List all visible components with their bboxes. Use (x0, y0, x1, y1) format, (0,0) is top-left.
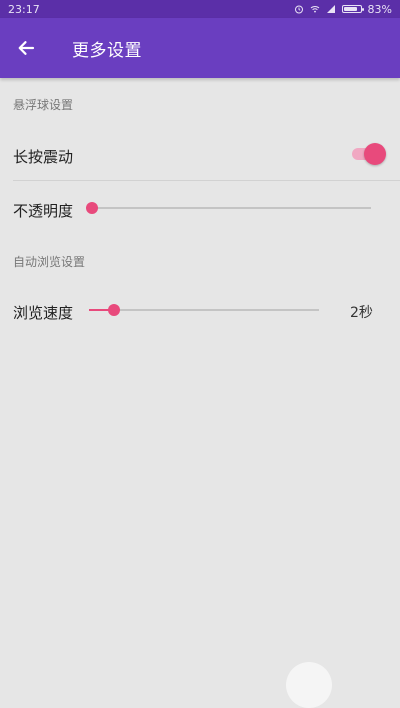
slider-rail (92, 207, 371, 209)
floating-ball[interactable] (286, 662, 332, 708)
browse-speed-label: 浏览速度 (13, 304, 74, 322)
wifi-icon (310, 6, 319, 13)
long-press-vibrate-toggle[interactable] (352, 142, 386, 166)
alarm-icon (294, 5, 303, 14)
slider-rail (89, 309, 319, 311)
opacity-label: 不透明度 (13, 202, 74, 220)
battery-percent: 83% (367, 2, 392, 16)
arrow-left-icon (18, 41, 35, 55)
toggle-thumb (364, 143, 386, 165)
back-button[interactable] (2, 24, 50, 72)
page-title: 更多设置 (72, 40, 142, 61)
status-time: 23:17 (8, 2, 40, 16)
slider-knob[interactable] (86, 202, 98, 214)
divider (13, 180, 400, 181)
app-bar: 更多设置 (0, 18, 400, 78)
section-header-floating-ball: 悬浮球设置 (13, 98, 74, 112)
browse-speed-slider[interactable] (89, 303, 319, 317)
status-bar: 23:17 83% (0, 0, 400, 18)
signal-icon (326, 5, 335, 13)
status-icons: 83% (294, 3, 392, 16)
browse-speed-value: 2秒 (350, 305, 373, 321)
long-press-vibrate-label: 长按震动 (13, 148, 74, 166)
battery-icon (341, 5, 364, 13)
slider-knob[interactable] (108, 304, 121, 316)
opacity-slider[interactable] (86, 201, 371, 215)
section-header-auto-browse: 自动浏览设置 (13, 255, 86, 269)
